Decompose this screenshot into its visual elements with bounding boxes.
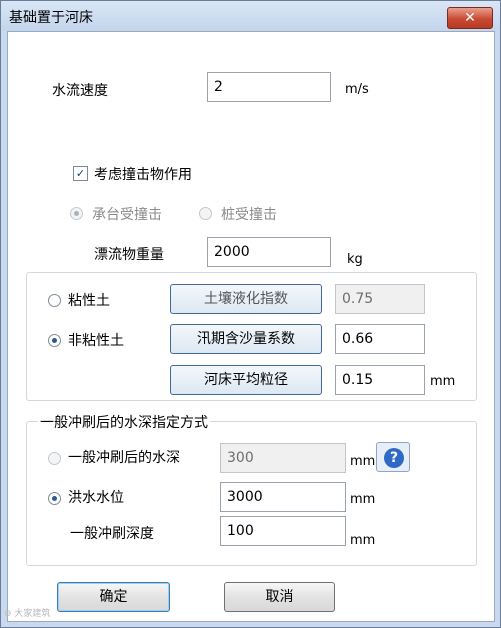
- ok-button[interactable]: 确定: [57, 582, 170, 612]
- grain-size-button[interactable]: 河床平均粒径: [170, 365, 322, 395]
- close-button[interactable]: ✕: [447, 7, 493, 29]
- radio-noncohesive-soil-label: 非粘性土: [68, 333, 124, 349]
- dialog-body: 水流速度 2 m/s ✓ 考虑撞击物作用 承台受撞击 桩受撞击 漂流物重量 20…: [7, 31, 495, 622]
- radio-flood-level[interactable]: [48, 492, 61, 505]
- flood-level-unit: mm: [350, 492, 376, 507]
- liquefaction-index-button[interactable]: 土壤液化指数: [170, 284, 322, 314]
- scour-group-title: 一般冲刷后的水深指定方式: [38, 412, 210, 432]
- radio-cap-impact-label: 承台受撞击: [92, 207, 162, 223]
- radio-cohesive-soil[interactable]: [48, 294, 61, 307]
- window-title: 基础置于河床: [9, 10, 93, 26]
- drift-weight-input[interactable]: 2000: [207, 237, 331, 267]
- general-scour-depth-input[interactable]: 100: [220, 516, 346, 546]
- drift-weight-label: 漂流物重量: [94, 247, 164, 263]
- scour-depth-input[interactable]: 300: [220, 443, 346, 473]
- title-bar: 基础置于河床 ✕: [1, 1, 500, 31]
- general-scour-depth-unit: mm: [350, 533, 376, 548]
- scour-depth-unit: mm: [350, 454, 376, 469]
- radio-flood-level-label: 洪水水位: [68, 490, 124, 506]
- watermark: ⊕ 大家建筑: [4, 609, 51, 619]
- radio-pile-impact-label: 桩受撞击: [221, 207, 277, 223]
- flood-level-input[interactable]: 3000: [220, 482, 346, 512]
- impact-checkbox-label: 考虑撞击物作用: [94, 167, 192, 183]
- radio-noncohesive-soil[interactable]: [48, 334, 61, 347]
- sediment-coefficient-input[interactable]: 0.66: [335, 324, 425, 354]
- radio-scour-depth-label: 一般冲刷后的水深: [68, 450, 180, 466]
- general-scour-depth-label: 一般冲刷深度: [70, 526, 154, 542]
- radio-pile-impact[interactable]: [199, 207, 212, 220]
- drift-weight-unit: kg: [347, 252, 363, 267]
- grain-size-input[interactable]: 0.15: [335, 365, 425, 395]
- radio-cohesive-soil-label: 粘性土: [68, 293, 110, 309]
- question-icon: ?: [384, 448, 404, 468]
- radio-scour-depth[interactable]: [48, 452, 61, 465]
- help-button[interactable]: ?: [376, 442, 410, 472]
- sediment-coefficient-button[interactable]: 汛期含沙量系数: [170, 324, 322, 354]
- grain-size-unit: mm: [430, 374, 456, 389]
- liquefaction-index-input[interactable]: 0.75: [335, 284, 425, 314]
- radio-cap-impact[interactable]: [70, 207, 83, 220]
- flow-velocity-label: 水流速度: [52, 83, 108, 99]
- flow-velocity-unit: m/s: [345, 82, 369, 97]
- cancel-button[interactable]: 取消: [224, 582, 335, 612]
- dialog-window: 基础置于河床 ✕ 水流速度 2 m/s ✓ 考虑撞击物作用 承台受撞击 桩受撞击…: [0, 0, 501, 628]
- flow-velocity-input[interactable]: 2: [207, 72, 331, 102]
- impact-checkbox[interactable]: ✓: [73, 166, 88, 181]
